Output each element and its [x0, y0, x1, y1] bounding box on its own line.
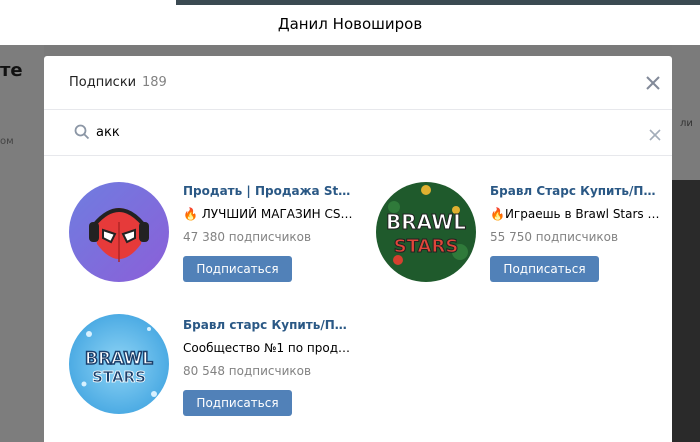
avatar[interactable]: BRAWL STARS — [376, 182, 476, 282]
subscriptions-modal: Подписки 189 акк Продать | Продажа Stea … — [44, 56, 672, 442]
search-icon — [74, 124, 90, 140]
subscribe-button[interactable]: Подписаться — [183, 256, 292, 282]
cover-strip — [176, 0, 700, 5]
subscribe-button[interactable]: Подписаться — [490, 256, 599, 282]
avatar-stars-text: STARS — [92, 368, 146, 386]
community-name[interactable]: Бравл старс Купить/Прода... — [183, 318, 355, 332]
community-description: 🔥Играешь в Brawl Stars ил... — [490, 207, 662, 221]
modal-header: Подписки 189 — [44, 56, 672, 110]
community-name[interactable]: Бравл Старс Купить/Прода... — [490, 184, 662, 198]
left-card-fragment — [0, 45, 44, 442]
modal-title: Подписки — [69, 75, 137, 90]
list-item: Продать | Продажа Steam | ... 🔥 ЛУЧШИЙ М… — [69, 182, 359, 292]
avatar-stars-text: STARS — [394, 236, 459, 257]
left-sub-fragment: ом — [0, 136, 14, 147]
avatar[interactable] — [69, 182, 169, 282]
community-description: Сообщество №1 по продаж... — [183, 341, 355, 355]
subscriptions-count: 189 — [142, 75, 167, 90]
left-title-fragment: те — [0, 60, 23, 81]
subscriber-count: 55 750 подписчиков — [490, 230, 619, 244]
avatar[interactable]: BRAWL STARS — [69, 314, 169, 414]
list-item: BRAWL STARS Бравл Старс Купить/Прода... … — [376, 182, 666, 292]
subscriber-count: 47 380 подписчиков — [183, 230, 312, 244]
search-input[interactable] — [96, 120, 636, 144]
clear-icon[interactable] — [649, 126, 661, 141]
close-icon[interactable] — [644, 74, 662, 92]
community-name[interactable]: Продать | Продажа Steam | ... — [183, 184, 355, 198]
search-bar — [44, 110, 672, 156]
subscriber-count: 80 548 подписчиков — [183, 364, 312, 378]
avatar-brawl-text: BRAWL — [386, 210, 466, 234]
right-text-fragment: ли — [680, 118, 693, 129]
subscribe-button[interactable]: Подписаться — [183, 390, 292, 416]
community-description: 🔥 ЛУЧШИЙ МАГАЗИН CS:... — [183, 207, 355, 221]
search-results: Продать | Продажа Steam | ... 🔥 ЛУЧШИЙ М… — [44, 156, 672, 441]
profile-name[interactable]: Данил Новоширов — [0, 15, 700, 33]
avatar-brawl-text: BRAWL — [85, 349, 153, 369]
right-photo-fragment — [672, 180, 700, 442]
list-item: BRAWL STARS Бравл старс Купить/Прода... … — [69, 314, 359, 424]
